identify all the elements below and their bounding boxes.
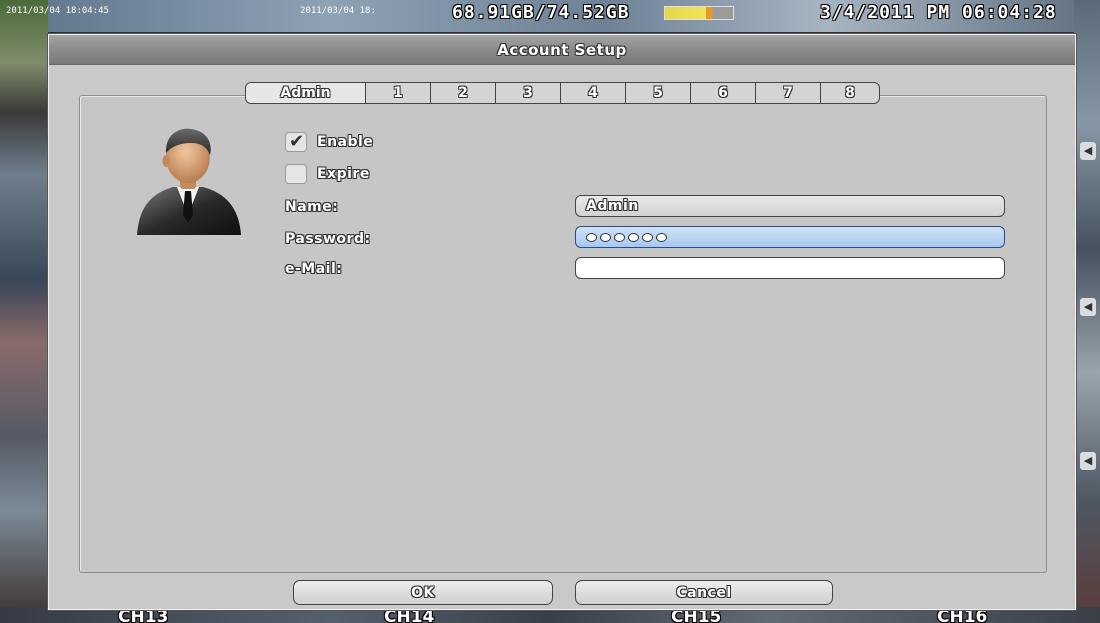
tab-user-5[interactable]: 5: [626, 83, 691, 103]
tab-user-7[interactable]: 7: [756, 83, 821, 103]
tab-user-1[interactable]: 1: [366, 83, 431, 103]
email-label: e-Mail:: [285, 261, 343, 277]
left-camera-strip: [0, 0, 48, 623]
camera-timestamp: 2011/03/04 18:: [300, 6, 376, 16]
password-field[interactable]: [575, 226, 1005, 248]
storage-bar: [664, 6, 734, 20]
ok-button-label: OK: [411, 584, 435, 601]
tab-admin[interactable]: Admin: [246, 83, 366, 103]
password-mask: [586, 232, 667, 242]
arrow-left-icon[interactable]: ◀: [1080, 298, 1096, 316]
camera-timestamp: 2011/03/04 18:04:45: [6, 6, 109, 16]
checkmark-icon: ✔: [289, 131, 305, 152]
expire-label: Expire: [317, 166, 370, 182]
tab-user-8[interactable]: 8: [821, 83, 879, 103]
account-tabs: Admin 1 2 3 4 5 6 7 8: [245, 82, 880, 104]
enable-option[interactable]: ✔ Enable: [285, 131, 373, 153]
password-dot: [656, 232, 667, 242]
password-dot: [600, 232, 611, 242]
name-value: Admin: [586, 198, 639, 214]
password-dot: [614, 232, 625, 242]
password-dot: [586, 232, 597, 242]
name-field[interactable]: Admin: [575, 195, 1005, 217]
cancel-button[interactable]: Cancel: [575, 580, 833, 605]
tab-user-4[interactable]: 4: [561, 83, 626, 103]
arrow-left-icon[interactable]: ◀: [1080, 452, 1096, 470]
expire-checkbox[interactable]: [285, 164, 307, 184]
ok-button[interactable]: OK: [293, 580, 553, 605]
dialog-title: Account Setup: [49, 35, 1075, 65]
tab-user-2[interactable]: 2: [431, 83, 496, 103]
account-setup-dialog: Account Setup Admin 1 2 3 4 5 6 7 8 ✔ En…: [48, 34, 1076, 610]
email-field[interactable]: [575, 257, 1005, 279]
expire-option[interactable]: Expire: [285, 163, 370, 185]
user-avatar-icon: [137, 128, 241, 235]
enable-checkbox[interactable]: ✔: [285, 132, 307, 152]
arrow-left-icon[interactable]: ◀: [1080, 142, 1096, 160]
tab-user-3[interactable]: 3: [496, 83, 561, 103]
password-dot: [628, 232, 639, 242]
name-label: Name:: [285, 199, 339, 215]
password-label: Password:: [285, 231, 371, 247]
password-dot: [642, 232, 653, 242]
storage-usage: 68.91GB/74.52GB: [452, 2, 630, 23]
tab-user-6[interactable]: 6: [691, 83, 756, 103]
cancel-button-label: Cancel: [676, 584, 732, 601]
enable-label: Enable: [317, 134, 374, 150]
system-clock: 3/4/2011 PM 06:04:28: [820, 2, 1057, 23]
